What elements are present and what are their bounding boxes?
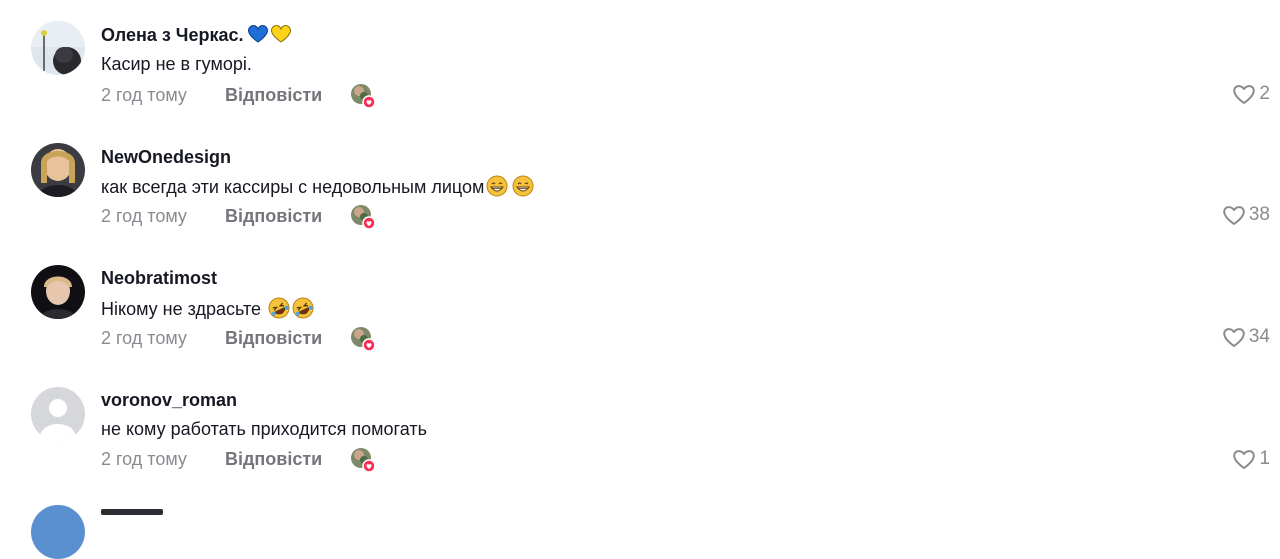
like-button[interactable]: 34	[1222, 326, 1270, 348]
like-count: 34	[1248, 326, 1270, 347]
photo-avatar-icon	[31, 265, 85, 319]
comment-meta: 2 год тому Відповісти	[101, 448, 322, 470]
avatar[interactable]	[31, 265, 85, 319]
creator-liked-badge	[349, 203, 377, 231]
reply-button[interactable]: Відповісти	[225, 205, 322, 227]
grinning-face-icon	[486, 175, 508, 202]
comment-text: Нікому не здрасьте	[101, 297, 314, 324]
comment-username[interactable]: NewOnedesign	[101, 146, 231, 168]
comment-meta: 2 год тому Відповісти	[101, 205, 322, 227]
heart-outline-icon	[1223, 328, 1245, 347]
avatar[interactable]	[31, 387, 85, 441]
comment-username-partial	[101, 506, 171, 516]
comment-item: voronov_roman не кому работать приходитс…	[0, 0, 1280, 473]
like-count: 1	[1259, 448, 1270, 469]
comment-time: 2 год тому	[101, 206, 187, 226]
default-avatar-icon	[31, 387, 85, 441]
comment-username[interactable]: voronov_roman	[101, 389, 237, 411]
comment-text: как всегда эти кассиры с недовольным лиц…	[101, 175, 534, 202]
creator-liked-badge	[349, 446, 377, 474]
reply-button[interactable]: Відповісти	[225, 448, 322, 470]
reply-button[interactable]: Відповісти	[225, 327, 322, 349]
like-count: 38	[1248, 204, 1270, 225]
avatar[interactable]	[31, 143, 85, 197]
creator-liked-badge	[349, 325, 377, 353]
comment-time: 2 год тому	[101, 449, 187, 469]
comment-time: 2 год тому	[101, 328, 187, 348]
avatar[interactable]	[31, 505, 85, 559]
grinning-face-icon	[512, 175, 534, 202]
like-button[interactable]: 1	[1232, 448, 1270, 470]
rolling-laughing-face-icon	[292, 297, 314, 324]
comment-meta: 2 год тому Відповісти	[101, 327, 322, 349]
photo-avatar-icon	[31, 143, 85, 197]
comment-text: не кому работать приходится помогать	[101, 419, 427, 439]
heart-outline-icon	[1223, 206, 1245, 225]
heart-outline-icon	[1233, 450, 1256, 469]
comment-username[interactable]: Neobratimost	[101, 267, 217, 289]
like-button[interactable]: 38	[1222, 204, 1270, 226]
rolling-laughing-face-icon	[268, 297, 290, 324]
